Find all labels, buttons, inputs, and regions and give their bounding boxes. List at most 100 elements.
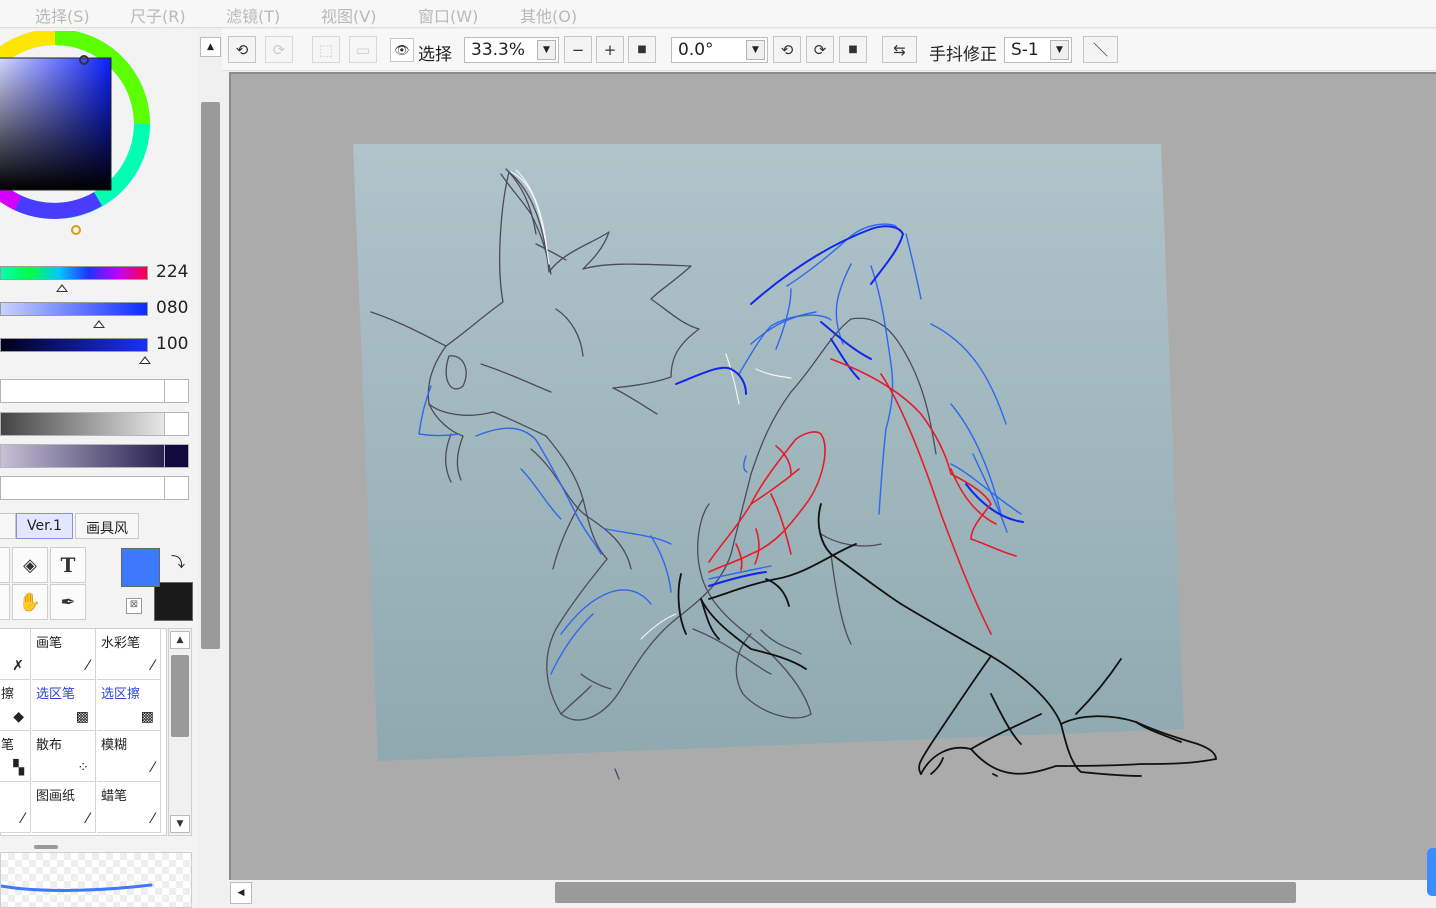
brush-cell-pen[interactable]: ✗ bbox=[0, 629, 31, 680]
menu-ruler[interactable]: 尺子(R) bbox=[130, 3, 186, 27]
tool-partial-2[interactable] bbox=[0, 584, 10, 620]
horizontal-scrollbar[interactable]: ◀ bbox=[229, 880, 1436, 908]
side-panel-tab[interactable] bbox=[1427, 848, 1436, 896]
hue-value: 224 bbox=[156, 262, 189, 282]
saturation-slider[interactable]: 080 bbox=[0, 297, 197, 328]
zoom-in-button[interactable]: + bbox=[596, 36, 624, 63]
value-value: 100 bbox=[156, 334, 189, 354]
brush-cell-selection-eraser[interactable]: 选区擦 ▩ bbox=[97, 680, 161, 731]
tab-hidden[interactable] bbox=[0, 513, 16, 539]
menu-filter[interactable]: 滤镜(T) bbox=[226, 3, 280, 27]
brush-cell-pencil[interactable]: 笔 ▚ bbox=[0, 731, 31, 782]
hue-slider[interactable]: 224 bbox=[0, 261, 197, 292]
canvas-toolbar: ⟲ ⟳ ⬚ ▭ 👁 选择 33.3% ▼ − + ■ 0.0° ▼ ⟲ ⟳ ■ … bbox=[222, 29, 1436, 71]
select-label: 选择 bbox=[418, 45, 452, 65]
text-icon: T bbox=[60, 553, 76, 577]
tab-brush-style[interactable]: 画具风 bbox=[75, 513, 139, 539]
scatter-icon: ⁘ bbox=[77, 760, 89, 776]
flip-icon: ⇆ bbox=[893, 40, 906, 59]
redo-icon: ⟳ bbox=[272, 40, 286, 59]
flip-horizontal-button[interactable]: ⇆ bbox=[882, 36, 917, 63]
brush-grid: ✗ 画笔 ⁄ 水彩笔 ⁄ 擦 ◆ 选区笔 ▩ 选区擦 ▩ 笔 ▚ 散布 ⁘ 模糊 ⁄ ⁄ 图画纸… bbox=[0, 628, 167, 836]
rotation-dropdown-icon[interactable]: ▼ bbox=[746, 40, 765, 60]
horizontal-scroll-thumb[interactable] bbox=[555, 882, 1296, 903]
left-vertical-scrollbar[interactable]: ▲ bbox=[199, 36, 222, 908]
marker-icon: ⁄ bbox=[21, 811, 24, 827]
brush-cell-blur[interactable]: 模糊 ⁄ bbox=[97, 731, 161, 782]
square-icon: ■ bbox=[637, 44, 647, 55]
brush-cell-brush[interactable]: 画笔 ⁄ bbox=[32, 629, 96, 680]
selection-pen-icon: ▩ bbox=[75, 709, 89, 725]
redo-button[interactable]: ⟳ bbox=[265, 36, 293, 63]
menu-view[interactable]: 视图(V) bbox=[321, 3, 376, 27]
scroll-left-icon[interactable]: ◀ bbox=[230, 882, 252, 904]
background-color-swatch[interactable] bbox=[154, 582, 193, 621]
menu-window[interactable]: 窗口(W) bbox=[418, 3, 478, 27]
canvas-area[interactable] bbox=[229, 72, 1436, 880]
color-mix-bar-3[interactable] bbox=[0, 444, 189, 468]
zoom-out-button[interactable]: − bbox=[564, 36, 592, 63]
pen-icon: ✗ bbox=[12, 658, 24, 674]
brush-cell-marker[interactable]: ⁄ bbox=[0, 782, 31, 833]
hue-slider-thumb[interactable] bbox=[56, 284, 69, 292]
brush-icon: ⁄ bbox=[86, 658, 89, 674]
zoom-reset-button[interactable]: ■ bbox=[628, 36, 656, 63]
sketch-canvas[interactable] bbox=[231, 74, 1436, 880]
value-slider[interactable]: 100 bbox=[0, 333, 197, 364]
rotation-field[interactable]: 0.0° ▼ bbox=[671, 37, 768, 63]
menu-other[interactable]: 其他(O) bbox=[520, 3, 577, 27]
blur-icon: ⁄ bbox=[151, 760, 154, 776]
color-mix-bar-4[interactable] bbox=[0, 476, 189, 500]
transparent-icon[interactable]: ⊠ bbox=[126, 598, 142, 614]
hand-icon: ✋ bbox=[18, 591, 42, 613]
swap-icon[interactable]: ⤵ bbox=[171, 552, 185, 572]
stabilizer-value: S-1 bbox=[1011, 40, 1039, 60]
left-panel: 224 080 100 Ver.1 画具风 ◈ T ✋ ✒ ⤵ ⊠ ✗ 画笔 ⁄… bbox=[0, 29, 197, 908]
zoom-dropdown-icon[interactable]: ▼ bbox=[537, 40, 556, 60]
menu-bar: 选择(S) 尺子(R) 滤镜(T) 视图(V) 窗口(W) 其他(O) bbox=[0, 0, 1436, 28]
eraser-icon: ◆ bbox=[13, 709, 24, 725]
brush-cell-crayon[interactable]: 蜡笔 ⁄ bbox=[97, 782, 161, 833]
stroke-preview bbox=[0, 852, 192, 908]
brush-cell-watercolor[interactable]: 水彩笔 ⁄ bbox=[97, 629, 161, 680]
stabilizer-field[interactable]: S-1 ▼ bbox=[1004, 37, 1072, 63]
stabilizer-dropdown-icon[interactable]: ▼ bbox=[1050, 40, 1069, 60]
brush-cell-eraser[interactable]: 擦 ◆ bbox=[0, 680, 31, 731]
rotate-left-button[interactable]: ⟲ bbox=[773, 36, 801, 63]
selection-visibility-toggle[interactable]: 👁 bbox=[390, 38, 414, 62]
brush-cell-selection-pen[interactable]: 选区笔 ▩ bbox=[32, 680, 96, 731]
rotate-reset-button[interactable]: ■ bbox=[839, 36, 867, 63]
invert-selection-button[interactable]: ▭ bbox=[349, 36, 377, 63]
tool-partial-1[interactable] bbox=[0, 547, 10, 583]
foreground-color-swatch[interactable] bbox=[121, 548, 160, 587]
color-mix-bar-1[interactable] bbox=[0, 379, 189, 403]
brush-cell-paper[interactable]: 图画纸 ⁄ bbox=[32, 782, 96, 833]
brush-scroll-down-icon[interactable]: ▼ bbox=[170, 815, 190, 833]
eyedropper-tool[interactable]: ✒ bbox=[50, 584, 86, 620]
bucket-tool[interactable]: ◈ bbox=[12, 547, 48, 583]
rotate-right-button[interactable]: ⟳ bbox=[806, 36, 834, 63]
text-tool[interactable]: T bbox=[50, 547, 86, 583]
tab-ver1[interactable]: Ver.1 bbox=[16, 513, 73, 539]
value-slider-thumb[interactable] bbox=[139, 356, 152, 364]
eye-icon: 👁 bbox=[394, 43, 410, 57]
bucket-icon: ◈ bbox=[23, 554, 37, 576]
saturation-slider-thumb[interactable] bbox=[93, 320, 106, 328]
brush-cell-scatter[interactable]: 散布 ⁘ bbox=[32, 731, 96, 782]
panel-splitter[interactable] bbox=[34, 845, 58, 849]
brush-scrollbar[interactable]: ▲ ▼ bbox=[168, 628, 192, 836]
paint-tool-app: 选择(S) 尺子(R) 滤镜(T) 视图(V) 窗口(W) 其他(O) 224 … bbox=[0, 0, 1436, 908]
undo-button[interactable]: ⟲ bbox=[228, 36, 256, 63]
color-mix-bar-2[interactable] bbox=[0, 412, 189, 436]
zoom-field[interactable]: 33.3% ▼ bbox=[464, 37, 559, 63]
vertical-scroll-thumb[interactable] bbox=[201, 102, 220, 649]
pressure-line-button[interactable]: ＼ bbox=[1083, 36, 1118, 63]
color-wheel[interactable] bbox=[0, 29, 172, 249]
brush-scroll-up-icon[interactable]: ▲ bbox=[170, 631, 190, 649]
stabilizer-label: 手抖修正 bbox=[929, 45, 997, 65]
scroll-up-icon[interactable]: ▲ bbox=[200, 37, 221, 57]
deselect-button[interactable]: ⬚ bbox=[312, 36, 340, 63]
hand-tool[interactable]: ✋ bbox=[12, 584, 48, 620]
brush-scroll-thumb[interactable] bbox=[171, 655, 189, 737]
menu-select[interactable]: 选择(S) bbox=[35, 3, 90, 27]
